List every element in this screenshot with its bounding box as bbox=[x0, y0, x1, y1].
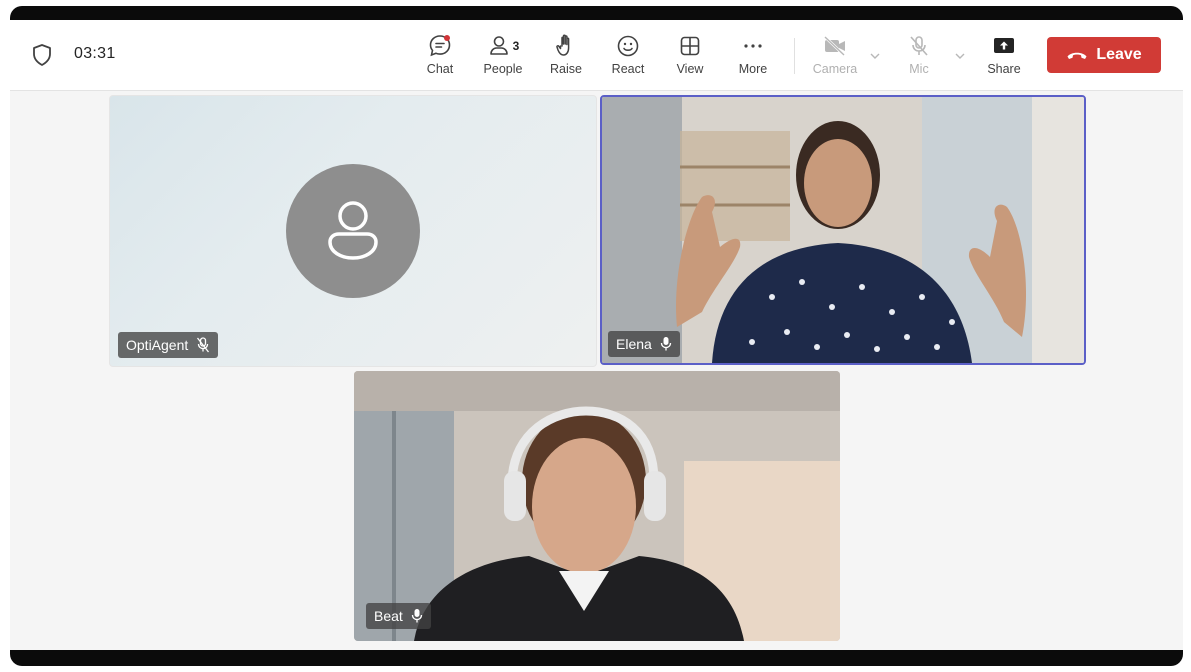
mic-muted-icon bbox=[197, 337, 210, 353]
window-frame: 03:31 Chat 3 People Raise React View Mor… bbox=[0, 0, 1191, 672]
raise-hand-button[interactable]: Raise bbox=[537, 32, 595, 84]
grid-view-icon bbox=[680, 36, 700, 56]
react-button[interactable]: React bbox=[599, 32, 657, 84]
raise-label: Raise bbox=[550, 62, 582, 76]
mic-off-icon bbox=[910, 36, 928, 56]
view-label: View bbox=[676, 62, 704, 76]
more-button[interactable]: More bbox=[724, 32, 782, 84]
participant-name-tag: Beat bbox=[366, 603, 431, 629]
hang-up-icon bbox=[1067, 52, 1087, 59]
people-count: 3 bbox=[512, 39, 520, 53]
camera-label: Camera bbox=[812, 62, 858, 76]
share-label: Share bbox=[987, 62, 1021, 76]
smiley-icon bbox=[617, 35, 639, 57]
participant-name: Beat bbox=[374, 608, 403, 624]
view-button[interactable]: View bbox=[661, 32, 719, 84]
participant-video-feed bbox=[354, 371, 840, 641]
chat-label: Chat bbox=[426, 62, 454, 76]
mic-options-chevron-icon[interactable] bbox=[954, 50, 966, 62]
participant-name: OptiAgent bbox=[126, 337, 189, 353]
leave-button[interactable]: Leave bbox=[1047, 37, 1161, 73]
participant-name: Elena bbox=[616, 336, 652, 352]
camera-off-icon bbox=[824, 36, 845, 56]
more-dots-icon bbox=[744, 44, 762, 48]
toolbar-divider bbox=[794, 38, 795, 74]
window-top-edge bbox=[10, 6, 1183, 20]
chat-notification-dot bbox=[444, 35, 450, 41]
mic-icon bbox=[660, 337, 671, 351]
participant-tile-optiagent[interactable]: OptiAgent bbox=[109, 95, 597, 367]
mic-button[interactable]: Mic bbox=[890, 32, 948, 84]
participant-tile-elena[interactable]: Elena bbox=[600, 95, 1086, 365]
more-label: More bbox=[738, 62, 768, 76]
meeting-app: 03:31 Chat 3 People Raise React View Mor… bbox=[10, 20, 1183, 650]
participant-video-feed bbox=[602, 97, 1084, 363]
raise-hand-icon bbox=[556, 34, 570, 56]
participant-name-tag: Elena bbox=[608, 331, 680, 357]
participant-tile-beat[interactable]: Beat bbox=[354, 371, 840, 641]
people-button[interactable]: 3 People bbox=[473, 32, 533, 84]
react-label: React bbox=[611, 62, 645, 76]
leave-label: Leave bbox=[1096, 46, 1142, 63]
participant-name-tag: OptiAgent bbox=[118, 332, 219, 358]
avatar bbox=[286, 164, 420, 298]
camera-options-chevron-icon[interactable] bbox=[869, 50, 881, 62]
mic-label: Mic bbox=[909, 62, 929, 76]
chat-button[interactable]: Chat bbox=[411, 32, 469, 84]
meeting-toolbar: 03:31 Chat 3 People Raise React View Mor… bbox=[10, 20, 1183, 91]
share-screen-icon bbox=[994, 38, 1014, 53]
mic-icon bbox=[411, 609, 422, 623]
shield-icon[interactable] bbox=[32, 44, 52, 66]
camera-button[interactable]: Camera bbox=[805, 32, 865, 84]
person-icon bbox=[328, 201, 378, 260]
people-icon bbox=[489, 36, 508, 55]
people-label: People bbox=[483, 62, 523, 76]
meeting-timer: 03:31 bbox=[74, 45, 116, 62]
share-button[interactable]: Share bbox=[975, 32, 1033, 84]
window-bottom-edge bbox=[10, 650, 1183, 666]
